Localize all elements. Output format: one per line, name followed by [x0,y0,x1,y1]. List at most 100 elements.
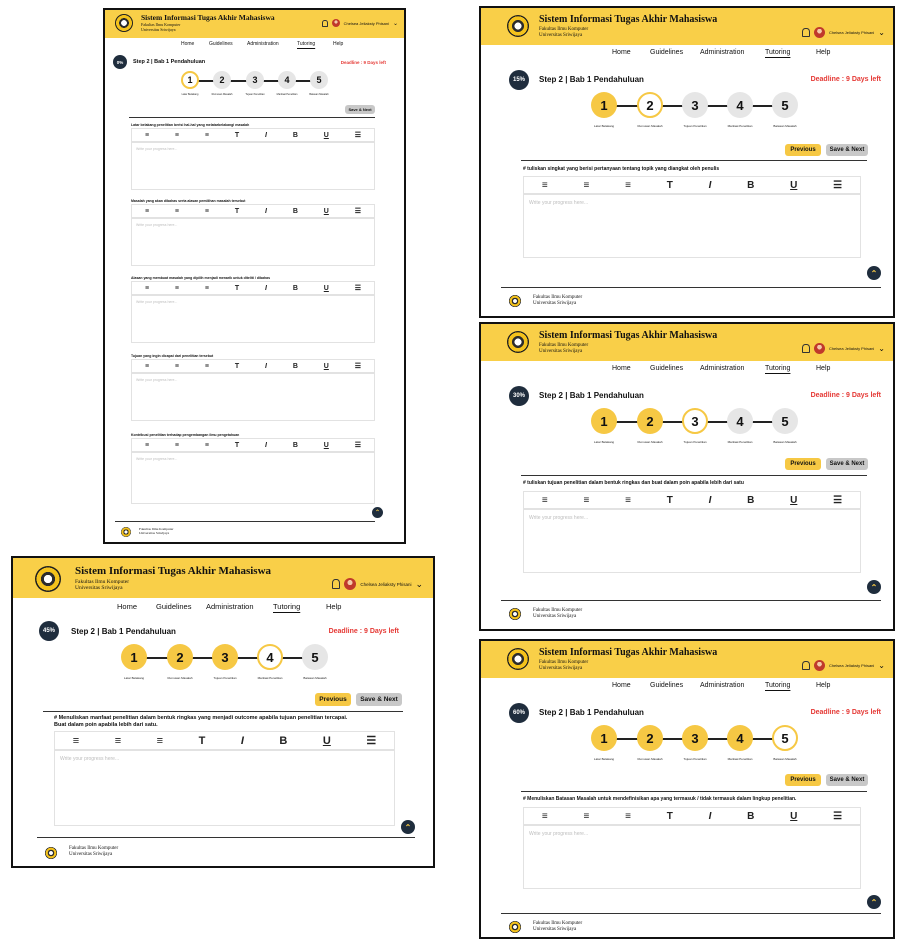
nav-home[interactable]: Home [612,682,650,689]
bell-icon[interactable] [801,344,810,353]
editor-toolbar[interactable]: ≡ ≡ ≡ T I B U ☰ [131,281,375,295]
progress-editor[interactable]: Write your progress here... [523,825,861,889]
nav-home[interactable]: Home [117,602,156,611]
nav-tutoring[interactable]: Tutoring [765,49,816,56]
step-1[interactable]: 1 [591,92,617,118]
step-5[interactable]: 5 [772,408,798,434]
nav-administration[interactable]: Administration [700,49,765,56]
nav-administration[interactable]: Administration [206,602,273,611]
step-5[interactable]: 5 [302,644,328,670]
user-menu[interactable]: Chelsea Jeliaksty Phisani ⌄ [321,19,398,27]
user-menu[interactable]: Chelsea Jeliaksty Phisani ⌄ [801,660,885,671]
progress-editor[interactable]: Write your progress here... [131,295,375,343]
editor-toolbar[interactable]: ≡ ≡ ≡ T I B U ☰ [54,731,395,750]
editor-toolbar[interactable]: ≡ ≡ ≡ T I B U ☰ [131,359,375,373]
nav-administration[interactable]: Administration [700,682,765,689]
step-5[interactable]: 5 [772,92,798,118]
step-3[interactable]: 3 [682,408,708,434]
editor-toolbar[interactable]: ≡ ≡ ≡ T I B U ☰ [523,491,861,509]
scroll-top-button[interactable]: ⌃ [867,895,881,909]
scroll-top-button[interactable]: ⌃ [401,820,415,834]
step-3[interactable]: 3 [246,71,264,89]
nav-guidelines[interactable]: Guidelines [650,49,700,56]
nav-tutoring[interactable]: Tutoring [273,602,326,611]
step-4[interactable]: 4 [727,92,753,118]
nav-help[interactable]: Help [326,602,341,611]
nav-help[interactable]: Help [816,365,830,372]
nav-guidelines[interactable]: Guidelines [209,41,247,47]
progress-editor[interactable]: Write your progress here... [523,509,861,573]
step-4[interactable]: 4 [278,71,296,89]
progress-editor[interactable]: Write your progress here... [131,373,375,421]
step-2[interactable]: 2 [637,725,663,751]
step-1[interactable]: 1 [591,725,617,751]
previous-button[interactable]: Previous [785,144,821,156]
user-menu[interactable]: Chelsea Jeliaksty Phisani ⌄ [332,578,423,590]
step-4[interactable]: 4 [727,408,753,434]
bell-icon[interactable] [321,19,328,27]
faculty-name: Fakultas Ilmu Komputer Universitas Sriwij… [141,22,181,32]
user-menu[interactable]: Chelsea Jeliaksty Phisani ⌄ [801,27,885,38]
nav-tutoring[interactable]: Tutoring [765,365,816,372]
step-2[interactable]: 2 [213,71,231,89]
step-1[interactable]: 1 [591,408,617,434]
step-4[interactable]: 4 [727,725,753,751]
nav-tutoring[interactable]: Tutoring [297,41,333,47]
progress-editor[interactable]: Write your progress here... [523,194,861,258]
chevron-down-icon[interactable]: ⌄ [393,20,398,27]
scroll-top-button[interactable]: ⌃ [867,266,881,280]
editor-toolbar[interactable]: ≡ ≡ ≡ T I B U ☰ [131,204,375,218]
nav-home[interactable]: Home [612,365,650,372]
chevron-down-icon[interactable]: ⌄ [878,344,885,353]
previous-button[interactable]: Previous [785,774,821,786]
nav-help[interactable]: Help [333,41,343,47]
question-4: Tujuan yang ingin dicapai dari penelitia… [131,354,214,358]
bell-icon[interactable] [332,579,341,589]
chevron-down-icon[interactable]: ⌄ [878,28,885,37]
step-1[interactable]: 1 [121,644,147,670]
nav-administration[interactable]: Administration [247,41,297,47]
nav-home[interactable]: Home [181,41,209,47]
editor-toolbar[interactable]: ≡ ≡ ≡ T I B U ☰ [131,128,375,142]
scroll-top-button[interactable]: ⌃ [867,580,881,594]
step-2[interactable]: 2 [637,92,663,118]
save-next-button[interactable]: Save & Next [356,693,402,706]
nav-guidelines[interactable]: Guidelines [650,365,700,372]
previous-button[interactable]: Previous [315,693,351,706]
question: # tuliskan tujuan penelitian dalam bentu… [523,480,744,486]
step-2[interactable]: 2 [637,408,663,434]
progress-editor[interactable]: Write your progress here... [131,142,375,190]
nav-tutoring[interactable]: Tutoring [765,682,816,689]
nav-help[interactable]: Help [816,682,830,689]
step-5[interactable]: 5 [310,71,328,89]
previous-button[interactable]: Previous [785,458,821,470]
step-1[interactable]: 1 [181,71,199,89]
nav-help[interactable]: Help [816,49,830,56]
step-3[interactable]: 3 [212,644,238,670]
nav-guidelines[interactable]: Guidelines [156,602,206,611]
save-next-button[interactable]: Save & Next [826,458,868,470]
progress-editor[interactable]: Write your progress here... [131,452,375,504]
editor-toolbar[interactable]: ≡ ≡ ≡ T I B U ☰ [131,438,375,452]
bell-icon[interactable] [801,661,810,670]
save-next-button[interactable]: Save & Next [826,144,868,156]
nav-administration[interactable]: Administration [700,365,765,372]
editor-toolbar[interactable]: ≡ ≡ ≡ T I B U ☰ [523,807,861,825]
editor-toolbar[interactable]: ≡ ≡ ≡ T I B U ☰ [523,176,861,194]
step-2[interactable]: 2 [167,644,193,670]
step-4[interactable]: 4 [257,644,283,670]
step-3[interactable]: 3 [682,92,708,118]
save-next-button[interactable]: Save & Next [826,774,868,786]
chevron-down-icon[interactable]: ⌄ [878,661,885,670]
bell-icon[interactable] [801,28,810,37]
nav-home[interactable]: Home [612,49,650,56]
nav-guidelines[interactable]: Guidelines [650,682,700,689]
progress-editor[interactable]: Write your progress here... [54,750,395,826]
scroll-top-button[interactable]: ⌃ [372,507,383,518]
chevron-down-icon[interactable]: ⌄ [415,579,423,590]
step-3[interactable]: 3 [682,725,708,751]
save-next-button[interactable]: Save & Next [345,105,375,114]
user-menu[interactable]: Chelsea Jeliaksty Phisani ⌄ [801,343,885,354]
step-5[interactable]: 5 [772,725,798,751]
progress-editor[interactable]: Write your progress here... [131,218,375,266]
